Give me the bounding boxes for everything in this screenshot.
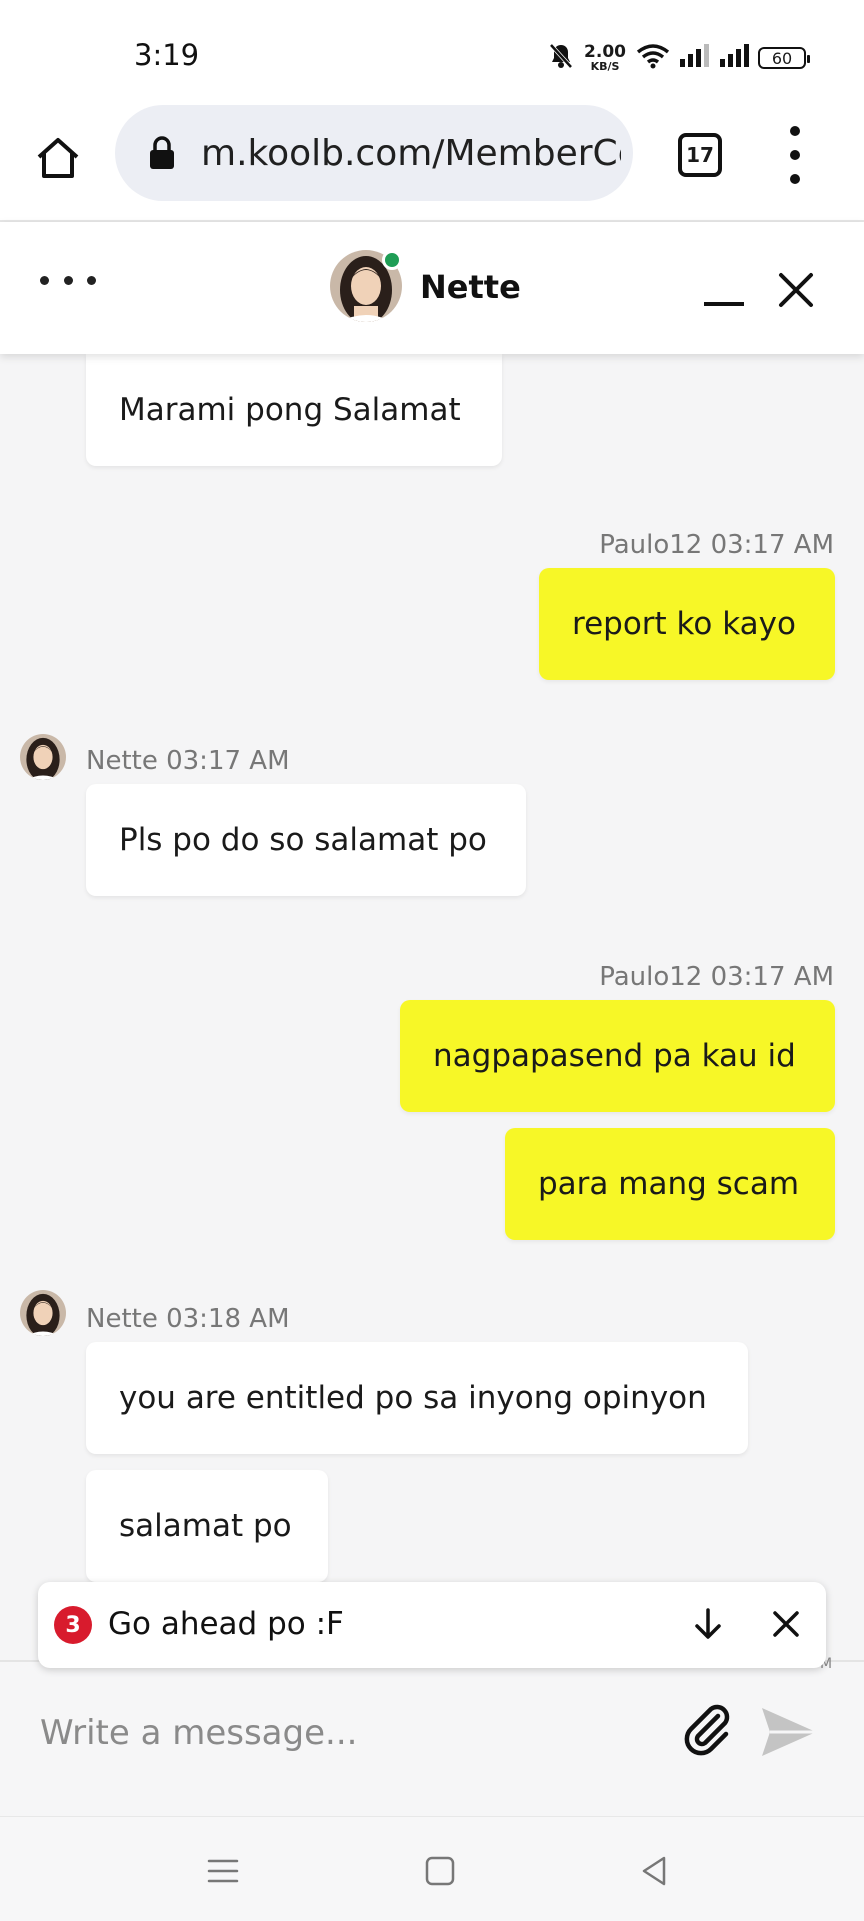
message-meta: Paulo12 03:17 AM — [599, 962, 834, 992]
message-bubble-outgoing: report ko kayo — [539, 568, 835, 680]
chat-options-button[interactable] — [40, 276, 96, 292]
battery-icon: 60 — [758, 47, 810, 69]
status-bar: 3:19 2.00 KB/S 60 — [0, 0, 864, 100]
chat-header: Nette — [0, 222, 864, 354]
home-icon — [37, 138, 79, 178]
message-bubble-outgoing: nagpapasend pa kau id — [400, 1000, 835, 1112]
nav-menu-icon — [207, 1859, 239, 1883]
message-list[interactable]: Marami pong Salamat Paulo12 03:17 AM rep… — [0, 354, 864, 1660]
close-icon — [779, 273, 813, 307]
tabs-button[interactable]: 17 — [678, 133, 722, 177]
nav-back-icon — [642, 1856, 666, 1886]
status-time: 3:19 — [134, 38, 200, 72]
message-meta: Nette 03:18 AM — [86, 1304, 290, 1334]
notification-text[interactable]: Go ahead po :F — [108, 1606, 344, 1642]
dismiss-notification-button[interactable] — [768, 1606, 804, 1642]
network-speed: 2.00 KB/S — [584, 42, 626, 73]
message-input[interactable] — [38, 1702, 642, 1764]
nav-back-button[interactable] — [636, 1853, 672, 1889]
url-text[interactable]: m.koolb.com/MemberCe — [201, 133, 621, 174]
system-nav-bar — [0, 1816, 864, 1921]
sender-avatar — [20, 734, 66, 780]
message-bubble-incoming: you are entitled po sa inyong opinyon — [86, 1342, 748, 1454]
network-speed-value: 2.00 — [584, 42, 626, 62]
more-horiz-icon — [40, 276, 49, 285]
nav-home-button[interactable] — [422, 1853, 458, 1889]
lock-icon — [150, 136, 174, 169]
message-bubble-incoming: salamat po — [86, 1470, 328, 1582]
home-button[interactable] — [28, 128, 88, 188]
send-button[interactable] — [758, 1704, 820, 1760]
message-meta: Paulo12 03:17 AM — [599, 530, 834, 560]
address-bar[interactable]: m.koolb.com/MemberCe — [115, 105, 633, 201]
wifi-icon — [636, 43, 670, 73]
online-indicator — [382, 250, 402, 270]
signal-icon-2 — [718, 43, 750, 73]
send-icon — [762, 1708, 816, 1756]
browser-toolbar: m.koolb.com/MemberCe 17 — [0, 100, 864, 222]
arrow-down-icon — [695, 1608, 721, 1639]
message-meta: Nette 03:17 AM — [86, 746, 290, 776]
unread-count-badge: 3 — [54, 1606, 92, 1644]
network-speed-unit: KB/S — [590, 60, 620, 73]
composer — [0, 1660, 864, 1818]
message-bubble-incoming: Pls po do so salamat po — [86, 784, 526, 896]
nav-menu-button[interactable] — [205, 1853, 241, 1889]
attach-button[interactable] — [680, 1702, 736, 1758]
status-icons: 2.00 KB/S 60 — [548, 40, 810, 76]
close-icon — [773, 1611, 799, 1637]
contact-name: Nette — [420, 268, 521, 306]
new-message-notification[interactable]: 3 Go ahead po :F — [38, 1582, 826, 1668]
close-chat-button[interactable] — [776, 270, 816, 310]
more-vert-icon — [790, 126, 800, 136]
nav-home-icon — [425, 1856, 455, 1886]
minimize-icon[interactable] — [704, 302, 744, 306]
scroll-to-bottom-button[interactable] — [688, 1604, 728, 1644]
tab-count: 17 — [686, 143, 714, 167]
browser-menu-button[interactable] — [780, 126, 810, 184]
mute-icon — [548, 42, 574, 74]
signal-icon-1 — [678, 43, 710, 73]
sender-avatar — [20, 1290, 66, 1336]
paperclip-icon — [684, 1704, 730, 1756]
message-bubble-incoming: Marami pong Salamat — [86, 354, 502, 466]
message-bubble-outgoing: para mang scam — [505, 1128, 835, 1240]
